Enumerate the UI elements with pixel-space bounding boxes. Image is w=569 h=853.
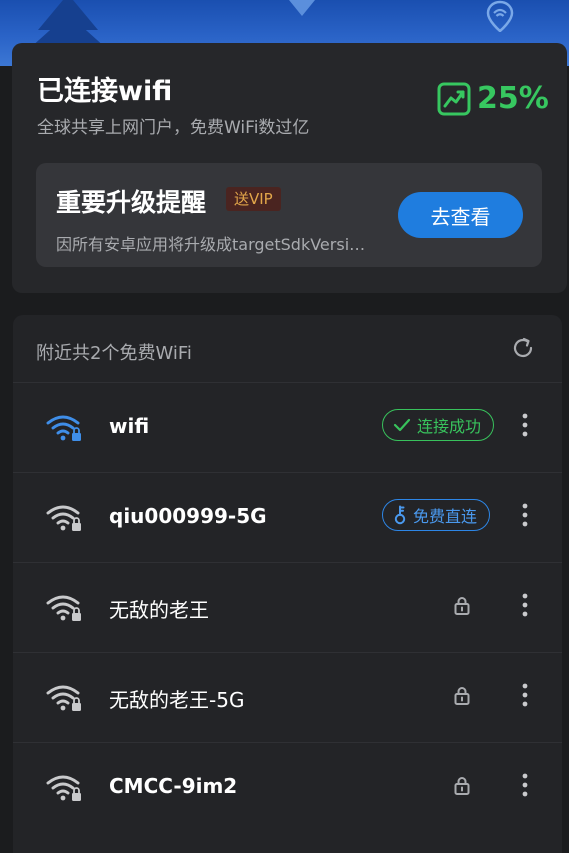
nearby-count-label: 附近共2个免费WiFi [36, 343, 192, 364]
trend-chart-icon [437, 82, 471, 115]
wifi-ssid: 无敌的老王-5G [109, 688, 245, 712]
pin-decoration [289, 0, 315, 16]
check-icon [393, 418, 411, 432]
wifi-ssid: wifi [109, 414, 150, 438]
lock-icon [454, 597, 470, 615]
refresh-icon[interactable] [510, 335, 536, 361]
wifi-row[interactable]: wifi 连接成功 [13, 382, 562, 472]
wifi-lock-icon [46, 595, 81, 621]
notice-title: 重要升级提醒 [56, 188, 207, 217]
key-icon [393, 505, 407, 525]
wifi-row[interactable]: 无敌的老王-5G [13, 652, 562, 742]
lock-icon [454, 687, 470, 705]
wifi-list-card: 附近共2个免费WiFi wifi 连接成功 qiu000999-5G 免费直连 … [13, 315, 562, 853]
more-vertical-icon[interactable] [518, 681, 532, 709]
free-connect-badge[interactable]: 免费直连 [382, 499, 491, 531]
wifi-lock-icon [46, 505, 81, 531]
connection-subtitle: 全球共享上网门户，免费WiFi数过亿 [37, 118, 310, 138]
connection-title: 已连接wifi [37, 76, 173, 107]
upgrade-notice[interactable]: 重要升级提醒 送VIP 因所有安卓应用将升级成targetSdkVersi… 去… [36, 163, 542, 267]
percent-value: 25% [477, 81, 549, 116]
more-vertical-icon[interactable] [518, 501, 532, 529]
wifi-ssid: qiu000999-5G [109, 504, 267, 528]
connected-badge-label: 连接成功 [417, 417, 482, 436]
more-vertical-icon[interactable] [518, 591, 532, 619]
more-vertical-icon[interactable] [518, 771, 532, 799]
wifi-lock-icon [46, 775, 81, 801]
speed-indicator[interactable]: 25% [437, 81, 549, 116]
vip-badge: 送VIP [226, 187, 281, 211]
wifi-lock-icon [46, 685, 81, 711]
wifi-ssid: 无敌的老王 [109, 598, 209, 622]
lock-icon [454, 777, 470, 795]
free-connect-badge-label: 免费直连 [413, 507, 478, 526]
wifi-row[interactable]: qiu000999-5G 免费直连 [13, 472, 562, 562]
location-icon [486, 0, 514, 32]
wifi-row[interactable]: 无敌的老王 [13, 562, 562, 652]
wifi-lock-icon [46, 415, 81, 441]
notice-description: 因所有安卓应用将升级成targetSdkVersi… [56, 235, 366, 254]
wifi-ssid: CMCC-9im2 [109, 774, 238, 798]
connection-card: 已连接wifi 全球共享上网门户，免费WiFi数过亿 25% 重要升级提醒 送V… [12, 43, 567, 293]
view-button[interactable]: 去查看 [398, 192, 523, 238]
more-vertical-icon[interactable] [518, 411, 532, 439]
wifi-row[interactable]: CMCC-9im2 [13, 742, 562, 832]
connected-badge[interactable]: 连接成功 [382, 409, 495, 441]
